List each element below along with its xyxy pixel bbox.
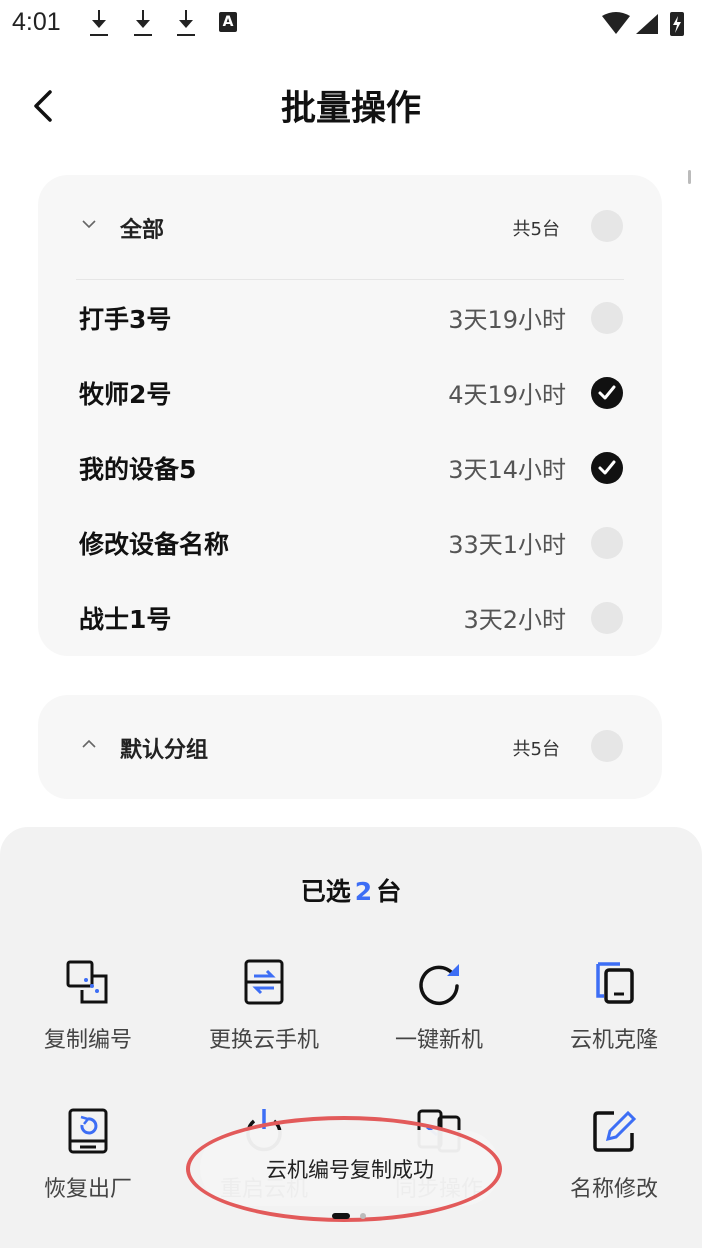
check-icon [598, 460, 616, 475]
action-label: 云机克隆 [569, 1028, 658, 1053]
signal-battery-icons [602, 12, 684, 36]
device-name: 牧师2号 [79, 380, 172, 409]
action-label: 恢复出厂 [43, 1177, 132, 1202]
device-time: 3天19小时 [448, 306, 566, 334]
device-time: 33天1小时 [448, 531, 566, 559]
group-header-all[interactable]: 全部 共5台 [38, 197, 662, 257]
status-time: 4:01 [12, 8, 61, 36]
action-one-click-new[interactable]: 一键新机 [351, 958, 527, 1068]
select-all-radio[interactable] [591, 210, 623, 242]
clone-icon [596, 962, 634, 1004]
group-header-default[interactable]: 默认分组 共5台 [38, 717, 662, 777]
download-icon [132, 10, 154, 38]
device-row[interactable]: 修改设备名称 33天1小时 [38, 513, 662, 573]
device-name: 我的设备5 [79, 455, 197, 484]
action-label: 复制编号 [43, 1028, 132, 1053]
action-copy-id[interactable]: 复制编号 [0, 958, 176, 1068]
action-factory-reset[interactable]: 恢复出厂 [0, 1107, 176, 1217]
action-label: 名称修改 [569, 1177, 658, 1202]
device-select-radio[interactable] [591, 602, 623, 634]
device-row[interactable]: 战士1号 3天2小时 [38, 588, 662, 648]
action-clone[interactable]: 云机克隆 [526, 958, 702, 1068]
device-time: 4天19小时 [448, 381, 566, 409]
refresh-icon [419, 964, 459, 1006]
swap-phone-icon [244, 959, 284, 1005]
page-dot [360, 1213, 366, 1219]
device-name: 战士1号 [79, 605, 172, 634]
scroll-edge-indicator [688, 170, 691, 184]
action-rename[interactable]: 名称修改 [526, 1107, 702, 1217]
download-icon [175, 10, 197, 38]
factory-reset-icon [68, 1108, 108, 1154]
notification-a-icon: A [219, 12, 237, 32]
group-title: 全部 [120, 218, 165, 243]
group-card-default: 默认分组 共5台 [38, 695, 662, 799]
device-row[interactable]: 牧师2号 4天19小时 [38, 363, 662, 423]
selected-count: 2 [354, 877, 373, 906]
chevron-up-icon [82, 739, 96, 748]
copy-id-icon [66, 960, 108, 1004]
device-select-radio-checked[interactable] [591, 452, 623, 484]
device-time: 3天14小时 [448, 456, 566, 484]
highlight-ring [186, 1116, 502, 1222]
device-row[interactable]: 打手3号 3天19小时 [38, 288, 662, 348]
device-name: 修改设备名称 [79, 530, 230, 559]
divider [76, 279, 624, 280]
device-row[interactable]: 我的设备5 3天14小时 [38, 438, 662, 498]
download-icon [88, 10, 110, 38]
selected-count-label: 已选 2 台 [300, 877, 402, 906]
status-bar: 4:01 A [0, 0, 702, 48]
device-select-radio[interactable] [591, 527, 623, 559]
page-title: 批量操作 [280, 89, 421, 129]
device-select-radio-checked[interactable] [591, 377, 623, 409]
chevron-down-icon [82, 220, 96, 229]
group-count: 共5台 [512, 219, 560, 240]
action-label: 一键新机 [394, 1028, 483, 1053]
page-dot-active [332, 1213, 350, 1219]
device-name: 打手3号 [79, 305, 172, 334]
group-card-all: 全部 共5台 打手3号 3天19小时 牧师2号 4天19小时 我的设备5 3天1… [38, 175, 662, 656]
select-group-radio[interactable] [591, 730, 623, 762]
device-time: 3天2小时 [463, 606, 566, 634]
group-count: 共5台 [512, 739, 560, 760]
edit-icon [593, 1110, 637, 1152]
action-label: 更换云手机 [208, 1028, 319, 1053]
group-title: 默认分组 [120, 738, 209, 763]
check-icon [598, 385, 616, 400]
device-select-radio[interactable] [591, 302, 623, 334]
action-swap-phone[interactable]: 更换云手机 [176, 958, 352, 1068]
